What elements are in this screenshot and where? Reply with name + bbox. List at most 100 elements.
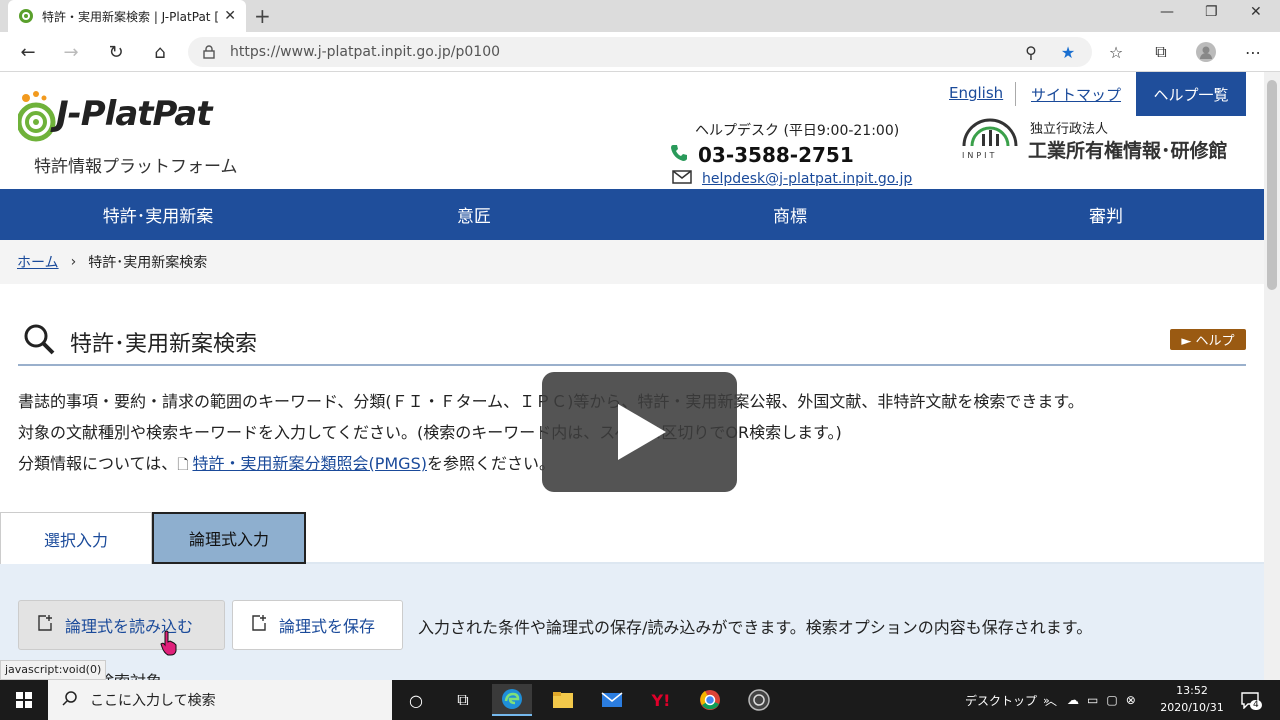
windows-taskbar: ここに入力して検索 ○ ⧉ Y! デスクトップ » ︿ ☁ ▭ ▢ ⊗ 13:5… (0, 680, 1280, 720)
home-icon[interactable]: ⌂ (147, 39, 173, 65)
breadcrumb-home[interactable]: ホーム (17, 252, 59, 272)
taskbar-search[interactable]: ここに入力して検索 (48, 680, 392, 720)
page-title: 特許･実用新案検索 (70, 332, 258, 357)
desktop-label: デスクトップ (965, 693, 1038, 708)
load-logic-button[interactable]: 論理式を読み込む (18, 600, 225, 650)
panel-note: 入力された条件や論理式の保存/読み込みができます。検索オプションの内容も保存され… (418, 618, 1093, 637)
search-icon (62, 690, 78, 710)
collections-icon[interactable]: ⧉ (1150, 41, 1172, 63)
logo-text: J-PlatPat (56, 94, 212, 134)
org-name: 工業所有権情報･研修館 (1028, 140, 1228, 162)
reload-icon[interactable]: ↻ (103, 39, 129, 65)
browser-tab[interactable]: 特許・実用新案検索 | J-PlatPat [JPP] ✕ (8, 0, 246, 32)
nav-trial[interactable]: 審判 (948, 189, 1264, 240)
minimize-icon[interactable]: — (1160, 4, 1174, 20)
mail-icon (672, 170, 692, 188)
desc3-prefix: 分類情報については、 (18, 454, 178, 473)
save-logic-button[interactable]: 論理式を保存 (232, 600, 403, 650)
tab-title: 特許・実用新案検索 | J-PlatPat [JPP] (42, 9, 218, 24)
favorite-star-icon[interactable]: ★ (1057, 41, 1079, 63)
search-target-heading: 検索対象 (98, 668, 162, 680)
breadcrumb-current: 特許･実用新案検索 (88, 255, 208, 271)
network-icon[interactable]: ▭ (1087, 693, 1098, 707)
logo-subtitle: 特許情報プラットフォーム (34, 157, 238, 177)
logic-panel: 論理式を読み込む 論理式を保存 入力された条件や論理式の保存/読み込みができます… (0, 564, 1264, 680)
jplatpat-favicon-icon (19, 9, 33, 23)
scrollbar-thumb[interactable] (1267, 80, 1277, 290)
sitemap-link-wrap: サイトマップ (1031, 84, 1121, 105)
tab-select-input[interactable]: 選択入力 (0, 512, 152, 564)
save-logic-label: 論理式を保存 (279, 617, 376, 636)
chevron-right-icon: › (70, 254, 77, 270)
help-button[interactable]: ► ヘルプ (1170, 329, 1246, 350)
notification-count-badge: 4 (1250, 700, 1262, 710)
profile-avatar-icon[interactable] (1195, 41, 1217, 63)
play-icon (617, 404, 666, 460)
display-icon[interactable]: ▢ (1106, 693, 1117, 707)
mail-app-icon[interactable] (592, 684, 632, 716)
clock-time: 13:52 (1176, 684, 1208, 697)
phone-number: 03-3588-2751 (698, 143, 854, 167)
yahoo-icon[interactable]: Y! (641, 684, 681, 716)
close-tab-icon[interactable]: ✕ (224, 8, 236, 24)
browser-tabstrip: 特許・実用新案検索 | J-PlatPat [JPP] ✕ + — ❐ ✕ (0, 0, 1280, 32)
new-tab-icon[interactable]: + (254, 4, 271, 28)
back-icon[interactable]: ← (15, 39, 41, 65)
chrome-icon[interactable] (690, 684, 730, 716)
restore-icon[interactable]: ❐ (1205, 4, 1218, 20)
tab-logic-input[interactable]: 論理式入力 (152, 512, 306, 564)
svg-text:INPIT: INPIT (962, 151, 997, 160)
add-document-icon (251, 614, 269, 636)
onedrive-icon[interactable]: ☁ (1067, 693, 1079, 707)
email-link[interactable]: helpdesk@j-platpat.inpit.go.jp (702, 171, 912, 187)
taskbar-search-placeholder: ここに入力して検索 (90, 693, 216, 709)
nav-patent[interactable]: 特許･実用新案 (0, 189, 316, 240)
status-bar: javascript:void(0) (0, 660, 107, 680)
notification-center-icon[interactable]: 4 (1240, 680, 1262, 720)
url-text: https://www.j-platpat.inpit.go.jp/p0100 (230, 44, 501, 60)
close-window-icon[interactable]: ✕ (1250, 4, 1262, 20)
browser-toolbar: ← → ↻ ⌂ https://www.j-platpat.inpit.go.j… (0, 32, 1280, 72)
favorites-list-icon[interactable]: ☆ (1105, 41, 1127, 63)
sitemap-link[interactable]: サイトマップ (1031, 86, 1121, 104)
helpdesk-email: helpdesk@j-platpat.inpit.go.jp (672, 170, 912, 188)
edge-browser-icon[interactable] (492, 684, 532, 716)
helpdesk-label: ヘルプデスク (平日9:00-21:00) (695, 123, 900, 139)
taskbar-clock[interactable]: 13:52 2020/10/31 (1160, 682, 1224, 716)
forward-icon[interactable]: → (58, 39, 84, 65)
file-explorer-icon[interactable] (543, 684, 583, 716)
zoom-icon[interactable]: ⚲ (1020, 41, 1042, 63)
inpit-logo-icon: INPIT (962, 118, 1018, 160)
desktop-toolbar-label[interactable]: デスクトップ » (965, 680, 1050, 720)
help-list-button[interactable]: ヘルプ一覧 (1136, 72, 1246, 116)
screen-recorder-icon[interactable] (739, 684, 779, 716)
english-link-wrap: English (949, 84, 1003, 102)
helpdesk-phone: 03-3588-2751 (670, 143, 854, 167)
section-header: 特許･実用新案検索 (18, 320, 1246, 366)
pmgs-link[interactable]: 特許・実用新案分類照会(PMGS) (192, 454, 427, 473)
english-link[interactable]: English (949, 84, 1003, 102)
nav-design[interactable]: 意匠 (316, 189, 632, 240)
video-play-overlay[interactable] (542, 372, 737, 492)
address-bar[interactable]: https://www.j-platpat.inpit.go.jp/p0100 (188, 37, 1092, 67)
web-page: J-PlatPat 特許情報プラットフォーム English サイトマップ ヘル… (0, 72, 1264, 680)
add-document-icon (37, 614, 55, 636)
volume-muted-icon[interactable]: ⊗ (1126, 693, 1136, 707)
task-view-icon[interactable]: ⧉ (443, 684, 483, 716)
document-icon: 🗋 (177, 457, 189, 473)
main-nav: 特許･実用新案 意匠 商標 審判 (0, 189, 1264, 240)
chevron-up-icon[interactable]: ︿ (1045, 692, 1057, 709)
desc3-suffix: を参照ください。 (426, 454, 555, 473)
tray-icons: ︿ ☁ ▭ ▢ ⊗ (1045, 680, 1136, 720)
more-menu-icon[interactable]: ⋯ (1242, 41, 1264, 63)
divider (1015, 82, 1016, 106)
clock-date: 2020/10/31 (1160, 701, 1224, 714)
phone-icon (670, 143, 688, 167)
cortana-icon[interactable]: ○ (396, 684, 436, 716)
org-type: 独立行政法人 (1030, 122, 1109, 137)
jplatpat-logo-icon (18, 91, 56, 142)
hand-cursor-icon (160, 630, 177, 656)
nav-trademark[interactable]: 商標 (632, 189, 948, 240)
windows-start-icon[interactable] (0, 680, 48, 720)
lock-icon (203, 45, 215, 59)
